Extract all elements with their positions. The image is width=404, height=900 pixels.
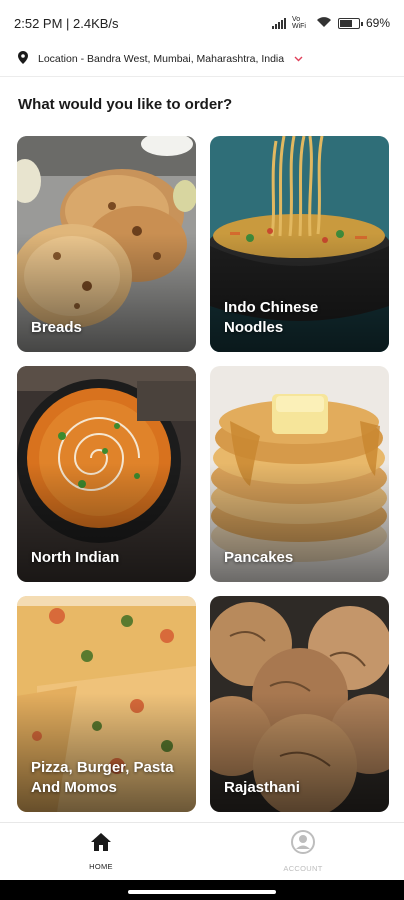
signal-icon (271, 17, 286, 29)
location-text: Location - Bandra West, Mumbai, Maharash… (38, 53, 285, 65)
volte-indicator: Vo WiFi (291, 16, 306, 30)
status-bar: 2:52 PM | 2.4KB/s Vo WiFi 69% (0, 0, 404, 46)
category-label: Indo Chinese Noodles (224, 299, 319, 336)
category-card-pizza-burger-pasta-momos[interactable]: Pizza, Burger, Pasta And Momos (17, 596, 196, 812)
wifi-icon (316, 16, 332, 31)
category-label: Breads (31, 319, 82, 336)
category-card-rajasthani[interactable]: Rajasthani (210, 596, 389, 812)
category-label: Rajasthani (224, 779, 300, 796)
nav-home[interactable]: HOME (0, 823, 202, 880)
category-label: Pizza, Burger, Pasta And Momos (31, 759, 174, 796)
category-label: North Indian (31, 549, 120, 566)
category-card-breads[interactable]: Breads (17, 136, 196, 352)
account-icon (291, 830, 315, 859)
gesture-handle[interactable] (128, 890, 276, 894)
home-icon (90, 832, 112, 857)
page-heading: What would you like to order? (18, 96, 233, 113)
category-grid: Breads Indo Chinese Noodles North Indian… (17, 136, 389, 812)
status-icons: Vo WiFi 69% (271, 16, 390, 31)
bottom-navigation: HOME ACCOUNT (0, 822, 404, 880)
battery-percent: 69% (365, 16, 390, 30)
nav-account-label: ACCOUNT (283, 864, 323, 873)
chevron-down-icon[interactable] (294, 53, 303, 65)
category-card-pancakes[interactable]: Pancakes (210, 366, 389, 582)
category-card-indo-chinese-noodles[interactable]: Indo Chinese Noodles (210, 136, 389, 352)
location-selector[interactable]: Location - Bandra West, Mumbai, Maharash… (0, 46, 404, 72)
category-label: Pancakes (224, 549, 294, 566)
battery-icon (337, 17, 363, 29)
nav-home-label: HOME (89, 862, 113, 871)
location-pin-icon (18, 51, 28, 67)
category-card-north-indian[interactable]: North Indian (17, 366, 196, 582)
divider (0, 76, 404, 77)
nav-account[interactable]: ACCOUNT (202, 823, 404, 880)
status-time-speed: 2:52 PM | 2.4KB/s (14, 15, 119, 31)
